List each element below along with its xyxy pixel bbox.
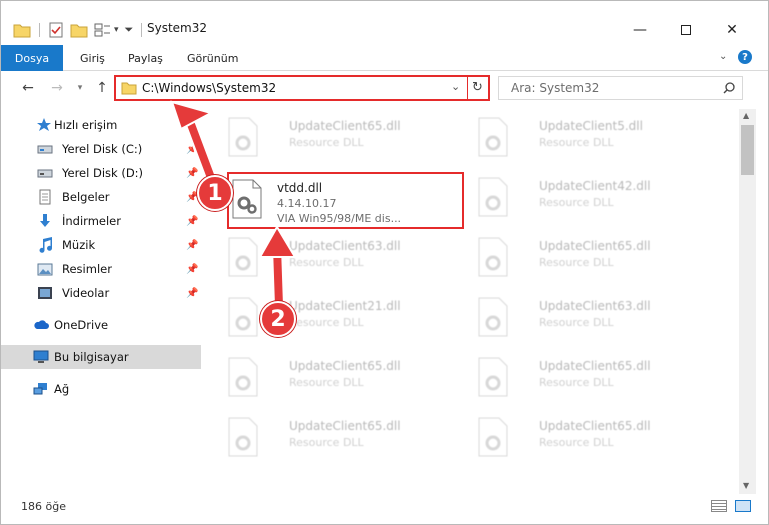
arrow-to-address-bar xyxy=(170,100,220,190)
step-marker-2: 2 xyxy=(260,301,296,337)
explorer-window: ▾ ⏷ System32 — ✕ Dosya Giriş Paylaş Görü… xyxy=(0,0,769,525)
annotation-arrows xyxy=(170,100,297,313)
step-marker-1: 1 xyxy=(197,175,233,211)
arrow-to-file xyxy=(258,225,297,313)
